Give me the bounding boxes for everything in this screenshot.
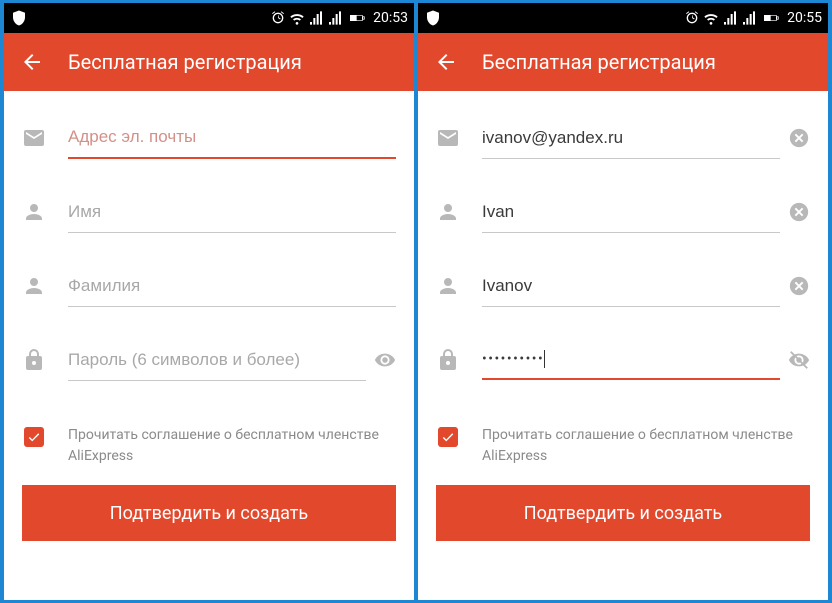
phone-left: 20:53 Бесплатная регистрация	[4, 3, 414, 600]
shield-icon	[10, 9, 28, 27]
email-row	[22, 101, 396, 175]
battery-icon	[346, 10, 368, 26]
alarm-icon	[684, 10, 700, 26]
signal-icon	[308, 10, 324, 26]
signal-icon-2	[327, 10, 343, 26]
page-title: Бесплатная регистрация	[482, 50, 716, 74]
phone-right: 20:55 Бесплатная регистрация	[418, 3, 828, 600]
name-row	[22, 175, 396, 249]
surname-row	[436, 249, 810, 323]
lock-icon	[436, 348, 460, 372]
wifi-icon	[703, 10, 719, 26]
lock-icon	[22, 348, 46, 372]
agreement-row: Прочитать соглашение о бесплатном членст…	[22, 425, 396, 467]
password-row: ••••••••••	[436, 323, 810, 397]
wifi-icon	[289, 10, 305, 26]
app-header: Бесплатная регистрация	[418, 33, 828, 91]
email-input[interactable]	[482, 118, 780, 159]
status-time: 20:53	[373, 10, 408, 26]
mail-icon	[436, 126, 460, 150]
status-time: 20:55	[787, 10, 822, 26]
person-icon	[22, 200, 46, 224]
email-row	[436, 101, 810, 175]
password-row	[22, 323, 396, 397]
status-bar: 20:53	[4, 3, 414, 33]
clear-icon[interactable]	[788, 201, 810, 223]
surname-input[interactable]	[482, 266, 780, 307]
form-area: Прочитать соглашение о бесплатном членст…	[4, 91, 414, 600]
check-icon	[441, 430, 455, 444]
submit-button[interactable]: Подтвердить и создать	[22, 485, 396, 541]
app-header: Бесплатная регистрация	[4, 33, 414, 91]
page-title: Бесплатная регистрация	[68, 50, 302, 74]
surname-input[interactable]	[68, 266, 396, 307]
status-bar: 20:55	[418, 3, 828, 33]
back-icon[interactable]	[20, 50, 44, 74]
password-input[interactable]	[68, 340, 366, 381]
clear-icon[interactable]	[788, 275, 810, 297]
eye-off-icon[interactable]	[788, 349, 810, 371]
check-icon	[27, 430, 41, 444]
person-icon	[436, 274, 460, 298]
name-input[interactable]	[482, 192, 780, 233]
email-input[interactable]	[68, 117, 396, 159]
alarm-icon	[270, 10, 286, 26]
name-row	[436, 175, 810, 249]
shield-icon	[424, 9, 442, 27]
surname-row	[22, 249, 396, 323]
agreement-text[interactable]: Прочитать соглашение о бесплатном членст…	[68, 425, 394, 467]
mail-icon	[22, 126, 46, 150]
agreement-text[interactable]: Прочитать соглашение о бесплатном членст…	[482, 425, 808, 467]
password-input[interactable]: ••••••••••	[482, 340, 780, 380]
agreement-checkbox[interactable]	[438, 427, 458, 447]
signal-icon	[722, 10, 738, 26]
submit-button[interactable]: Подтвердить и создать	[436, 485, 810, 541]
person-icon	[22, 274, 46, 298]
name-input[interactable]	[68, 192, 396, 233]
agreement-checkbox[interactable]	[24, 427, 44, 447]
back-icon[interactable]	[434, 50, 458, 74]
clear-icon[interactable]	[788, 127, 810, 149]
form-area: •••••••••• Прочитать соглашение о беспла…	[418, 91, 828, 600]
battery-icon	[760, 10, 782, 26]
signal-icon-2	[741, 10, 757, 26]
eye-icon[interactable]	[374, 349, 396, 371]
agreement-row: Прочитать соглашение о бесплатном членст…	[436, 425, 810, 467]
person-icon	[436, 200, 460, 224]
